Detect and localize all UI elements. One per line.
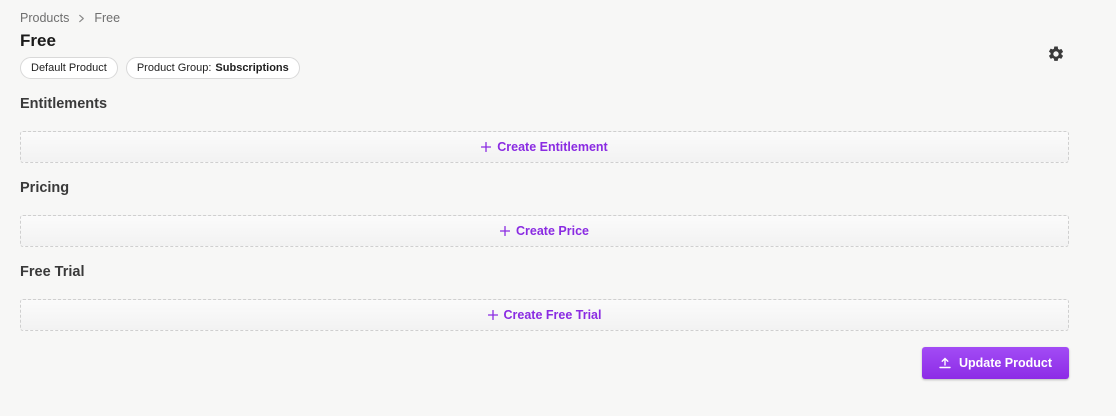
update-product-button[interactable]: Update Product <box>922 347 1069 379</box>
entitlements-section-title: Entitlements <box>20 96 108 112</box>
create-price-button[interactable]: Create Price <box>20 215 1069 247</box>
plus-icon <box>500 226 511 236</box>
breadcrumb: Products Free <box>20 11 120 25</box>
gear-icon <box>1047 45 1065 63</box>
update-product-label: Update Product <box>958 356 1053 370</box>
plus-icon <box>487 310 498 320</box>
default-product-badge-label: Default Product <box>31 62 107 74</box>
default-product-badge: Default Product <box>20 57 118 79</box>
product-group-badge: Product Group: Subscriptions <box>125 57 300 79</box>
product-group-badge-label: Product Group: <box>136 62 212 74</box>
breadcrumb-current: Free <box>94 11 121 25</box>
upload-icon <box>939 357 951 369</box>
product-badges: Default Product Product Group: Subscript… <box>20 57 300 79</box>
breadcrumb-link-products[interactable]: Products <box>20 11 69 25</box>
free-trial-section-title: Free Trial <box>20 264 85 280</box>
create-free-trial-label: Create Free Trial <box>503 308 602 322</box>
chevron-right-icon <box>77 14 86 23</box>
pricing-section-title: Pricing <box>20 180 70 196</box>
create-free-trial-button[interactable]: Create Free Trial <box>20 299 1069 331</box>
settings-button[interactable] <box>1046 44 1065 63</box>
create-price-label: Create Price <box>516 224 589 238</box>
create-entitlement-button[interactable]: Create Entitlement <box>20 131 1069 163</box>
product-detail-page: Products Free Free Default Product Produ… <box>0 0 1116 416</box>
plus-icon <box>481 142 492 152</box>
create-entitlement-label: Create Entitlement <box>497 140 608 154</box>
product-group-badge-value: Subscriptions <box>215 62 289 74</box>
page-title: Free <box>20 31 56 50</box>
